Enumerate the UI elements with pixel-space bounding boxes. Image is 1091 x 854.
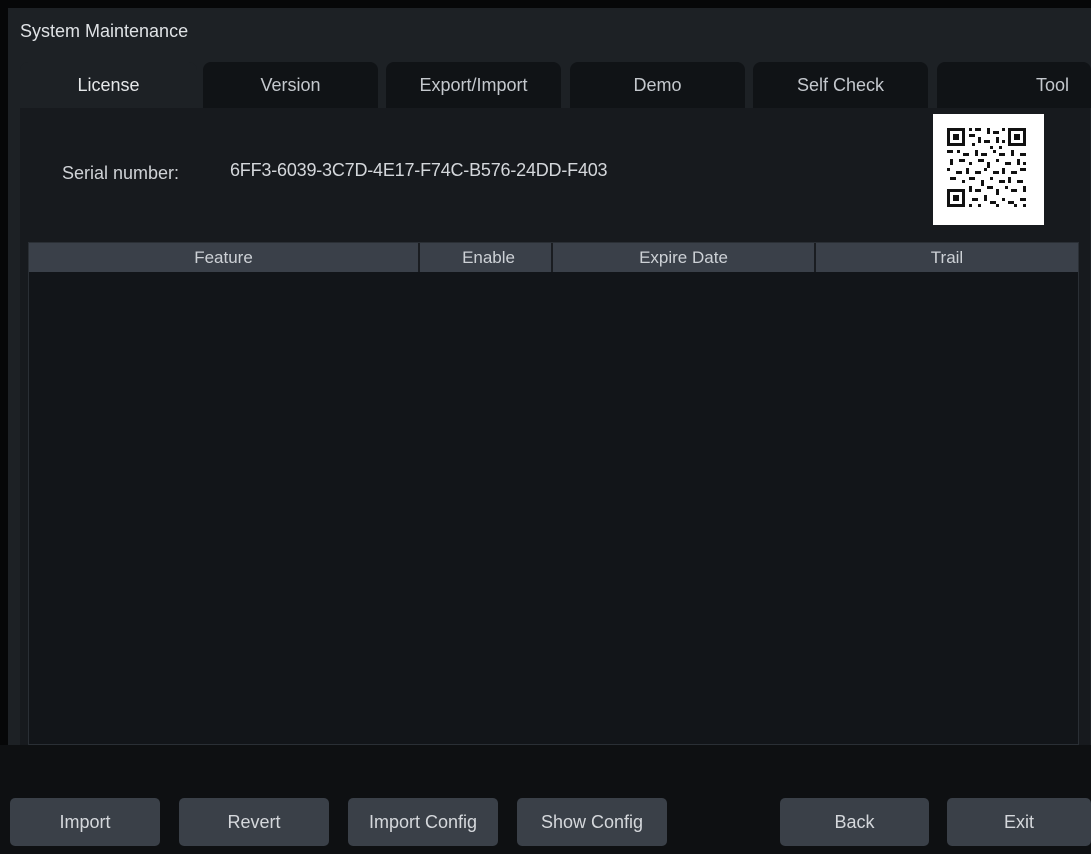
column-header-feature[interactable]: Feature (29, 243, 420, 272)
serial-number-value: 6FF3-6039-3C7D-4E17-F74C-B576-24DD-F403 (230, 160, 608, 180)
tab-self-check[interactable]: Self Check (753, 62, 928, 108)
tab-bar: License Version Export/Import Demo Self … (20, 62, 1091, 108)
tab-version[interactable]: Version (203, 62, 378, 108)
qr-code-icon (933, 114, 1044, 225)
license-panel: Serial number: 6FF3-6039-3C7D-4E17-F74C-… (20, 108, 1090, 753)
exit-button[interactable]: Exit (947, 798, 1091, 846)
import-config-button[interactable]: Import Config (348, 798, 498, 846)
back-button[interactable]: Back (780, 798, 929, 846)
tab-tool[interactable]: Tool (937, 62, 1091, 108)
column-header-enable[interactable]: Enable (420, 243, 553, 272)
tab-license[interactable]: License (20, 62, 197, 108)
tab-demo[interactable]: Demo (570, 62, 745, 108)
column-header-expire-date[interactable]: Expire Date (553, 243, 816, 272)
table-header: Feature Enable Expire Date Trail (29, 243, 1078, 272)
serial-number-label: Serial number: (62, 163, 180, 183)
license-feature-table: Feature Enable Expire Date Trail (28, 242, 1079, 745)
import-button[interactable]: Import (10, 798, 160, 846)
column-header-trail[interactable]: Trail (816, 243, 1078, 272)
show-config-button[interactable]: Show Config (517, 798, 667, 846)
system-maintenance-window: System Maintenance License Version Expor… (8, 8, 1091, 854)
tab-export-import[interactable]: Export/Import (386, 62, 561, 108)
revert-button[interactable]: Revert (179, 798, 329, 846)
window-title: System Maintenance (20, 21, 189, 41)
